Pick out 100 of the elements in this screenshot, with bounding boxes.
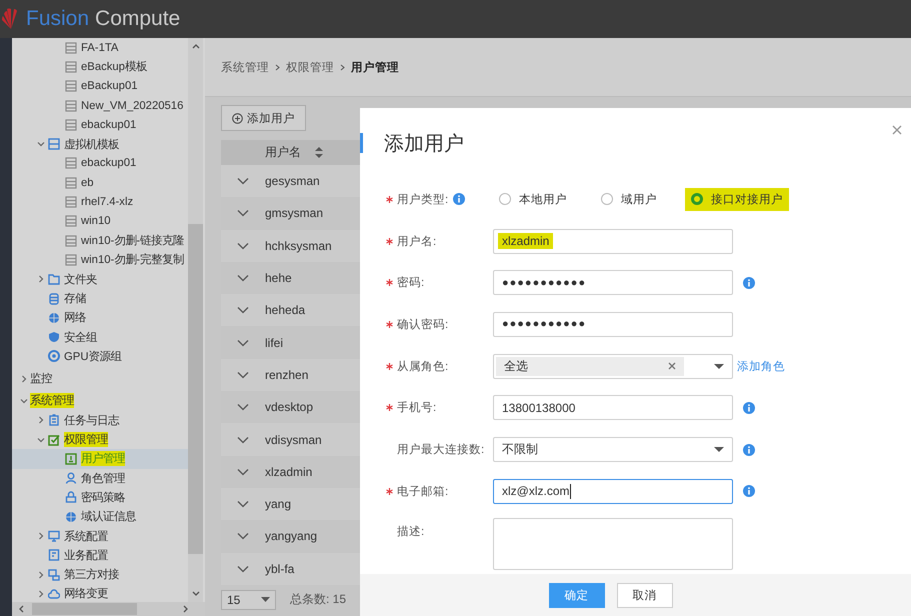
scrollbar-thumb[interactable] bbox=[32, 603, 137, 615]
chevron-down-icon[interactable] bbox=[237, 306, 249, 314]
chevron-down-icon[interactable] bbox=[237, 242, 249, 250]
tree-item-label: win10-勿删-完整复制 bbox=[81, 252, 184, 268]
breadcrumb-item[interactable]: 系统管理 bbox=[221, 60, 269, 74]
tree-row[interactable]: eBackup模板 bbox=[12, 57, 190, 77]
tree-row[interactable]: 系统管理 bbox=[12, 391, 190, 411]
tree-row[interactable]: rhel7.4-xlz bbox=[12, 192, 190, 212]
tree-row[interactable]: win10 bbox=[12, 212, 190, 231]
chevron-right-icon[interactable] bbox=[37, 275, 45, 284]
chevron-right-icon[interactable] bbox=[20, 374, 28, 383]
chevron-down-icon[interactable] bbox=[237, 500, 249, 508]
chevron-right-icon[interactable] bbox=[37, 570, 45, 579]
tree-item-label: 域认证信息 bbox=[81, 510, 136, 524]
tree-row[interactable]: win10-勿删-链接克隆 bbox=[12, 230, 190, 250]
input-field[interactable]: 13800138000 bbox=[493, 395, 733, 420]
vertical-scrollbar[interactable] bbox=[188, 38, 203, 602]
required-asterisk-icon bbox=[386, 320, 393, 328]
radio-option[interactable]: 域用户 bbox=[595, 188, 663, 211]
tree-row[interactable]: 密码策略 bbox=[12, 488, 190, 508]
chevron-down-icon[interactable] bbox=[37, 140, 45, 148]
input-field[interactable]: xlz@xlz.com bbox=[493, 478, 733, 504]
tree-row[interactable]: 业务配置 bbox=[12, 546, 190, 566]
tree-row[interactable]: win10-勿删-完整复制 bbox=[12, 250, 190, 270]
tree-row[interactable]: 虚拟机模板 bbox=[12, 134, 190, 154]
caret-down-icon[interactable] bbox=[714, 364, 724, 369]
select-field[interactable]: 不限制 bbox=[493, 437, 733, 462]
tree-row[interactable]: 网络 bbox=[12, 308, 190, 328]
info-icon[interactable] bbox=[453, 193, 466, 206]
sort-icon[interactable] bbox=[315, 147, 323, 158]
input-field[interactable]: xlzadmin bbox=[493, 228, 733, 254]
radio-option[interactable]: 本地用户 bbox=[493, 188, 573, 211]
chevron-down-icon[interactable] bbox=[37, 436, 45, 444]
tree-row[interactable]: 任务与日志 bbox=[12, 410, 190, 430]
device-icon bbox=[48, 568, 60, 581]
table-cell: gmsysman bbox=[265, 206, 324, 220]
chevron-down-icon[interactable] bbox=[237, 209, 249, 218]
tree-row[interactable]: eb bbox=[12, 173, 190, 192]
table-cell: gesysman bbox=[265, 174, 320, 188]
page-size-select[interactable]: 15 bbox=[221, 590, 276, 610]
chevron-down-icon[interactable] bbox=[237, 532, 249, 540]
chevron-down-icon[interactable] bbox=[20, 396, 28, 405]
close-icon[interactable] bbox=[668, 362, 676, 370]
tree-row[interactable]: 安全组 bbox=[12, 327, 190, 347]
chevron-up-icon[interactable] bbox=[192, 43, 200, 49]
chevron-down-icon[interactable] bbox=[237, 338, 249, 347]
breadcrumb-item[interactable]: 权限管理 bbox=[286, 60, 334, 74]
tree-row[interactable]: FA-1TA bbox=[12, 38, 190, 58]
tree-row[interactable]: New_VM_20220516 bbox=[12, 96, 190, 116]
table-cell: heheda bbox=[265, 303, 306, 318]
table-cell: lifei bbox=[265, 336, 284, 350]
multi-select-field[interactable]: 全选 bbox=[493, 354, 733, 379]
chevron-left-icon[interactable] bbox=[18, 605, 24, 613]
caret-down-icon[interactable] bbox=[714, 447, 724, 452]
info-icon[interactable] bbox=[743, 444, 755, 456]
caret-down-icon bbox=[261, 597, 270, 602]
tree-row[interactable]: 角色管理 bbox=[12, 468, 190, 488]
chevron-down-icon[interactable] bbox=[237, 436, 249, 444]
tree-row[interactable]: ebackup01 bbox=[12, 154, 190, 174]
chevron-down-icon[interactable] bbox=[192, 591, 200, 597]
tree-row[interactable]: GPU资源组 bbox=[12, 346, 190, 366]
info-icon[interactable] bbox=[743, 402, 755, 414]
chevron-right-icon[interactable] bbox=[183, 605, 189, 613]
chevron-down-icon[interactable] bbox=[237, 274, 249, 282]
chevron-right-icon[interactable] bbox=[37, 590, 45, 598]
tree-row[interactable]: eBackup01 bbox=[12, 76, 190, 96]
description-field[interactable] bbox=[493, 518, 733, 570]
close-icon[interactable] bbox=[892, 125, 902, 135]
column-header[interactable]: 用户名 bbox=[265, 144, 301, 161]
tree-row[interactable]: 第三方对接 bbox=[12, 565, 190, 584]
info-icon[interactable] bbox=[743, 485, 755, 498]
add-user-button[interactable]: 添加用户 bbox=[221, 105, 306, 131]
chevron-down-icon[interactable] bbox=[237, 177, 249, 186]
chevron-right-icon[interactable] bbox=[37, 416, 45, 424]
server-icon bbox=[65, 42, 77, 54]
required-asterisk-icon bbox=[386, 362, 393, 370]
chevron-down-icon[interactable] bbox=[237, 370, 249, 379]
radio-option[interactable]: 接口对接用户 bbox=[685, 188, 789, 211]
table-cell: vdisysman bbox=[265, 432, 322, 447]
breadcrumb-item: 用户管理 bbox=[351, 60, 399, 74]
info-icon[interactable] bbox=[743, 276, 755, 289]
tree-row[interactable]: 监控 bbox=[12, 369, 190, 388]
horizontal-scrollbar[interactable] bbox=[12, 602, 205, 616]
chevron-down-icon[interactable] bbox=[237, 403, 249, 412]
tree-row[interactable]: 系统配置 bbox=[12, 526, 190, 546]
input-field[interactable]: ●●●●●●●●●●● bbox=[493, 312, 733, 337]
input-field[interactable]: ●●●●●●●●●●● bbox=[493, 270, 733, 296]
cancel-button[interactable]: 取消 bbox=[616, 582, 672, 608]
chevron-down-icon[interactable] bbox=[237, 564, 249, 573]
server-icon bbox=[65, 80, 77, 92]
chevron-down-icon[interactable] bbox=[237, 468, 249, 476]
tree-row[interactable]: 域认证信息 bbox=[12, 507, 190, 526]
required-asterisk-icon bbox=[386, 404, 393, 412]
tree-row[interactable]: 文件夹 bbox=[12, 270, 190, 289]
scrollbar-thumb[interactable] bbox=[188, 224, 203, 554]
tree-row[interactable]: ebackup01 bbox=[12, 115, 190, 134]
tree-row[interactable]: 网络变更 bbox=[12, 584, 190, 602]
chevron-right-icon[interactable] bbox=[37, 532, 45, 540]
tree-row[interactable]: 权限管理 bbox=[12, 430, 190, 450]
tree-row[interactable]: 存储 bbox=[12, 288, 190, 308]
